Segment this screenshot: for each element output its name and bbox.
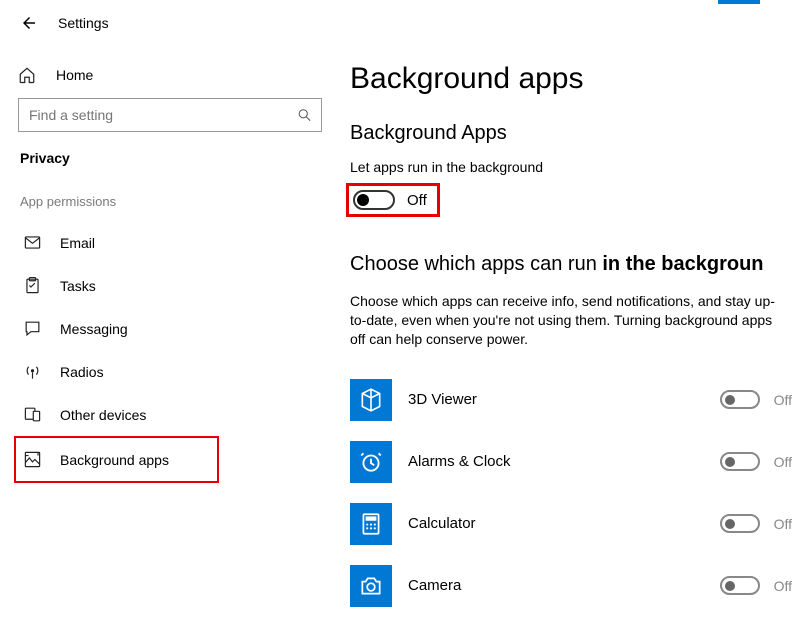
master-toggle-label: Let apps run in the background xyxy=(350,159,800,175)
app-toggle-camera[interactable] xyxy=(720,576,760,595)
sidebar-group-label: App permissions xyxy=(20,194,322,209)
home-icon xyxy=(18,66,38,84)
app-toggle-calculator[interactable] xyxy=(720,514,760,533)
sidebar-item-tasks[interactable]: Tasks xyxy=(18,264,322,307)
sidebar-item-label: Email xyxy=(60,235,95,251)
active-tab-indicator xyxy=(718,0,760,4)
master-toggle-row: Off xyxy=(346,183,440,217)
3d-viewer-icon xyxy=(350,379,392,421)
app-name: Camera xyxy=(408,577,704,594)
topbar: Settings xyxy=(0,0,800,32)
tasks-icon xyxy=(22,276,42,295)
sidebar-home-label: Home xyxy=(56,67,93,83)
master-toggle[interactable] xyxy=(353,190,395,210)
sidebar-item-label: Background apps xyxy=(60,452,169,468)
main-content: Background apps Background Apps Let apps… xyxy=(340,32,800,612)
section-subtitle: Background Apps xyxy=(350,122,800,145)
app-toggle-3d-viewer[interactable] xyxy=(720,390,760,409)
messaging-icon xyxy=(22,319,42,338)
page-title: Background apps xyxy=(350,62,800,96)
app-toggle-state: Off xyxy=(774,392,792,408)
app-row-3d-viewer: 3D Viewer Off xyxy=(350,369,800,431)
app-row-calculator: Calculator Off xyxy=(350,493,800,555)
app-name: Alarms & Clock xyxy=(408,453,704,470)
sidebar-item-email[interactable]: Email xyxy=(18,221,322,264)
app-toggle-alarms-clock[interactable] xyxy=(720,452,760,471)
calculator-icon xyxy=(350,503,392,545)
sidebar-item-other-devices[interactable]: Other devices xyxy=(18,393,322,436)
camera-icon xyxy=(350,565,392,607)
background-apps-icon xyxy=(22,450,42,469)
app-toggle-state: Off xyxy=(774,578,792,594)
sidebar-item-radios[interactable]: Radios xyxy=(18,350,322,393)
app-row-alarms-clock: Alarms & Clock Off xyxy=(350,431,800,493)
email-icon xyxy=(22,233,42,252)
sidebar-item-background-apps[interactable]: Background apps xyxy=(14,436,219,483)
sidebar: Home Privacy App permissions Email Tasks xyxy=(0,32,340,612)
sidebar-section-label: Privacy xyxy=(20,150,322,166)
sidebar-item-label: Tasks xyxy=(60,278,96,294)
app-toggle-state: Off xyxy=(774,516,792,532)
sidebar-item-label: Messaging xyxy=(60,321,128,337)
other-devices-icon xyxy=(22,405,42,424)
sidebar-home[interactable]: Home xyxy=(18,60,322,98)
choose-title: Choose which apps can run in the backgro… xyxy=(350,253,800,276)
back-button[interactable] xyxy=(20,14,38,32)
search-input[interactable] xyxy=(18,98,322,132)
radios-icon xyxy=(22,362,42,381)
sidebar-item-label: Radios xyxy=(60,364,104,380)
app-row-camera: Camera Off xyxy=(350,555,800,617)
alarms-clock-icon xyxy=(350,441,392,483)
app-name: 3D Viewer xyxy=(408,391,704,408)
sidebar-item-messaging[interactable]: Messaging xyxy=(18,307,322,350)
app-name: Calculator xyxy=(408,515,704,532)
sidebar-item-label: Other devices xyxy=(60,407,146,423)
app-toggle-state: Off xyxy=(774,454,792,470)
choose-description: Choose which apps can receive info, send… xyxy=(350,292,790,349)
search-box[interactable] xyxy=(18,98,322,132)
arrow-left-icon xyxy=(20,14,38,32)
master-toggle-state: Off xyxy=(407,192,427,209)
window-title: Settings xyxy=(58,15,109,31)
search-icon xyxy=(297,108,312,123)
